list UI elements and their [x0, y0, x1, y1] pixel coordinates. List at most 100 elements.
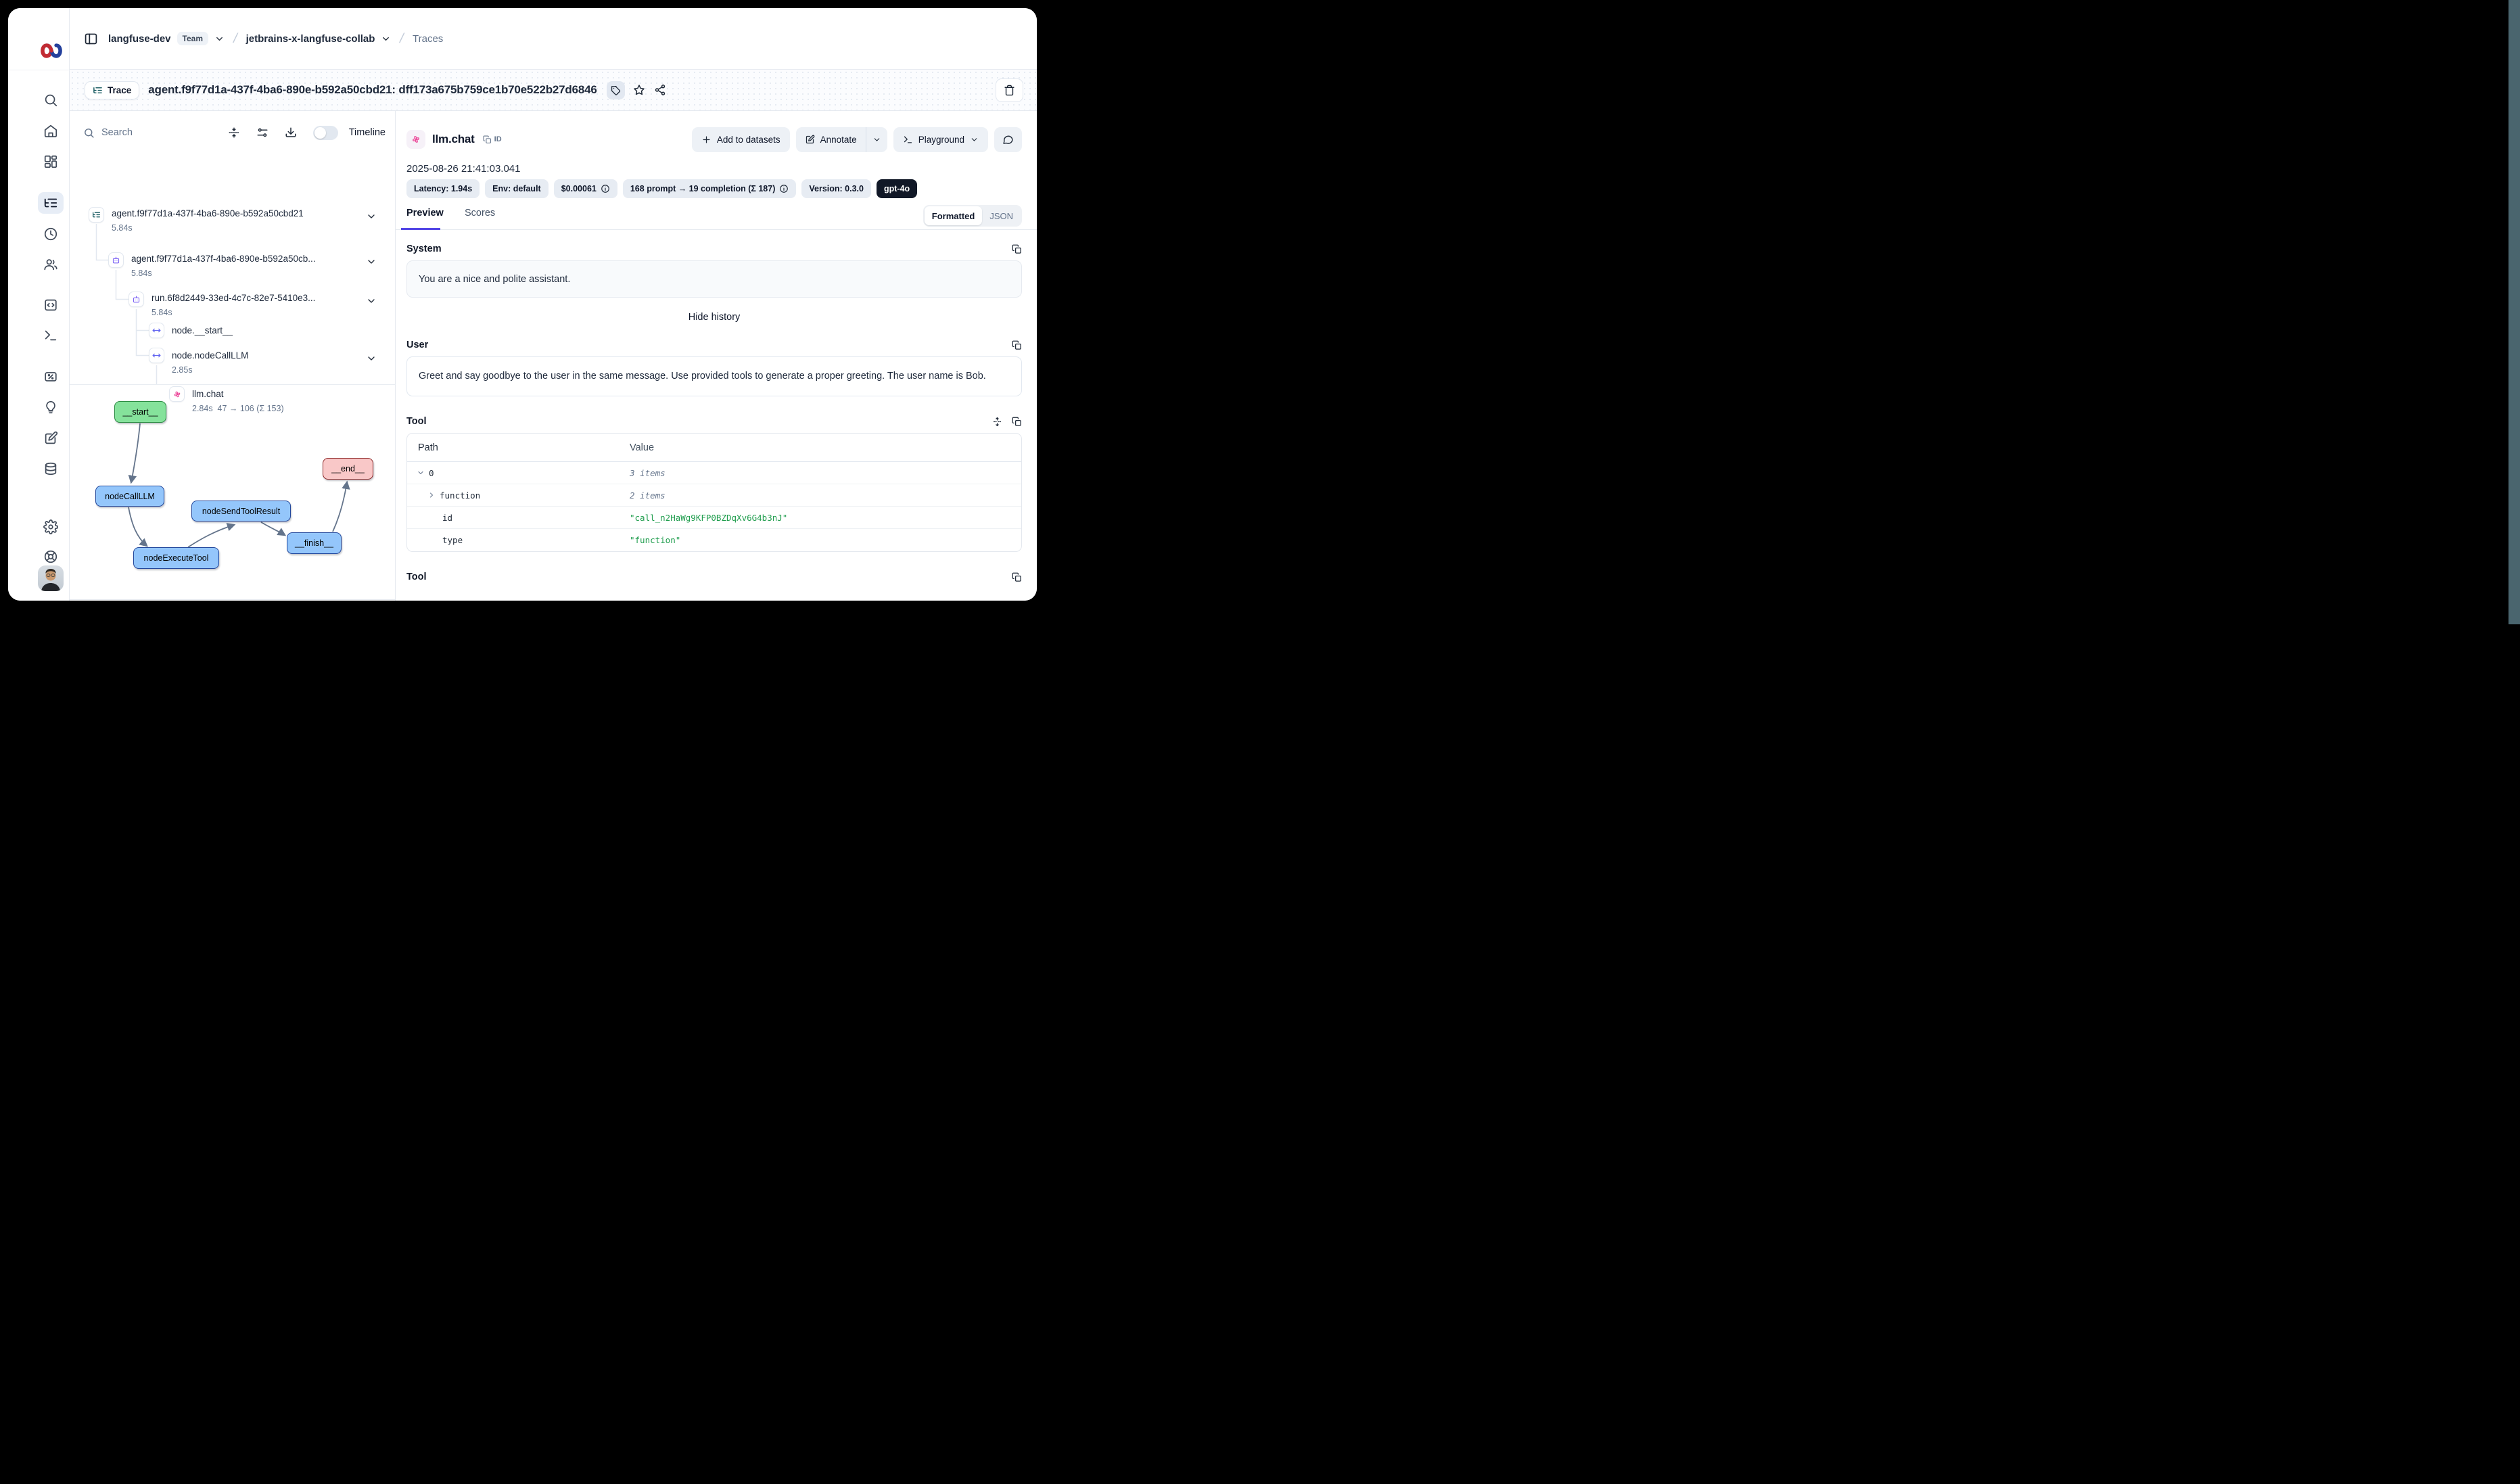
search-input[interactable] [101, 127, 169, 138]
copy-button[interactable] [1012, 340, 1022, 350]
tree-item-label[interactable]: run.6f8d2449-33ed-4c7c-82e7-5410e3... [151, 293, 315, 303]
tree-item-label[interactable]: node.__start__ [172, 325, 233, 335]
playground-icon[interactable] [43, 328, 58, 343]
graph-node-sendtoolresult[interactable]: nodeSendToolResult [191, 501, 291, 521]
comments-button[interactable] [994, 127, 1022, 152]
tree-item-label[interactable]: node.nodeCallLLM [172, 350, 248, 361]
insights-icon[interactable] [43, 400, 58, 415]
breadcrumb: langfuse-dev Team / jetbrains-x-langfuse… [108, 31, 443, 47]
langfuse-logo[interactable] [39, 41, 64, 61]
display-settings-icon[interactable] [256, 126, 269, 139]
chevron-down-icon[interactable] [366, 353, 377, 364]
annotate-split-button: Annotate [796, 127, 887, 152]
model-badge[interactable]: gpt-4o [877, 179, 917, 198]
sessions-icon[interactable] [43, 227, 58, 241]
expand-button[interactable] [992, 417, 1002, 427]
prompts-icon[interactable] [43, 298, 58, 312]
breadcrumb-page[interactable]: Traces [413, 33, 443, 45]
collapse-all-icon[interactable] [228, 126, 240, 139]
table-row[interactable]: type "function" [407, 529, 1021, 551]
playground-button[interactable]: Playground [893, 127, 988, 152]
path-column-header: Path [407, 442, 630, 453]
divider [70, 599, 395, 600]
graph-node-end[interactable]: __end__ [323, 458, 373, 480]
app-window: langfuse-dev Team / jetbrains-x-langfuse… [8, 8, 1037, 601]
breadcrumb-environment[interactable]: jetbrains-x-langfuse-collab [246, 33, 375, 45]
observation-actions: Add to datasets Annotate [692, 127, 1022, 152]
copy-button[interactable] [1012, 244, 1022, 254]
tab-preview[interactable]: Preview [406, 208, 444, 218]
top-bar: langfuse-dev Team / jetbrains-x-langfuse… [70, 8, 1037, 70]
tree-search[interactable] [83, 127, 212, 139]
graph-node-executetool[interactable]: nodeExecuteTool [133, 547, 219, 569]
graph-node-callllm[interactable]: nodeCallLLM [95, 486, 164, 507]
copy-icon [1012, 340, 1022, 350]
evaluations-icon[interactable] [43, 369, 58, 384]
favorite-star-icon[interactable] [630, 81, 649, 99]
copy-button[interactable] [1012, 417, 1022, 427]
delete-trace-button[interactable] [996, 78, 1023, 102]
table-row[interactable]: function 2 items [407, 484, 1021, 507]
hide-history-button[interactable]: Hide history [689, 312, 741, 323]
copy-icon [483, 135, 492, 144]
tree-item-label[interactable]: agent.f9f77d1a-437f-4ba6-890e-b592a50cb.… [131, 254, 315, 264]
add-to-datasets-button[interactable]: Add to datasets [692, 127, 790, 152]
team-badge: Team [177, 32, 208, 45]
format-json-option[interactable]: JSON [982, 206, 1021, 225]
tool-label: Tool [406, 416, 427, 427]
search-icon[interactable] [43, 93, 58, 108]
dashboards-icon[interactable] [43, 154, 58, 169]
tool-json-table: Path Value 0 3 items function [406, 433, 1022, 552]
chevron-down-icon[interactable] [214, 34, 225, 44]
support-icon[interactable] [43, 549, 58, 564]
tree-item-duration: 2.85s [172, 365, 193, 375]
annotate-button[interactable]: Annotate [796, 127, 866, 152]
user-avatar[interactable] [38, 565, 64, 591]
datasets-icon[interactable] [43, 461, 58, 476]
chevron-right-icon[interactable] [427, 491, 436, 499]
share-icon[interactable] [651, 81, 670, 99]
annotation-icon[interactable] [43, 431, 58, 446]
agent-node-icon [108, 252, 124, 268]
tag-button[interactable] [607, 81, 625, 99]
tree-controls: Timeline [70, 120, 395, 145]
latency-badge: Latency: 1.94s [406, 179, 480, 198]
user-message: Greet and say goodbye to the user in the… [406, 356, 1022, 396]
panel-toggle-icon[interactable] [82, 30, 100, 48]
chevron-down-icon[interactable] [417, 469, 425, 477]
breadcrumb-project[interactable]: langfuse-dev [108, 33, 171, 45]
tokens-badge[interactable]: 168 prompt → 19 completion (Σ 187) [623, 179, 797, 198]
cost-badge[interactable]: $0.00061 [554, 179, 617, 198]
table-row[interactable]: id "call_n2HaWg9KFP0BZDqXv6G4b3nJ" [407, 507, 1021, 529]
trace-type-badge: Trace [85, 81, 139, 99]
format-formatted-option[interactable]: Formatted [925, 206, 983, 225]
chevron-down-icon[interactable] [366, 256, 377, 267]
agent-node-icon [129, 292, 144, 307]
copy-id-button[interactable]: ID [483, 135, 502, 144]
home-icon[interactable] [43, 123, 58, 138]
chevron-down-icon[interactable] [381, 34, 391, 44]
download-icon[interactable] [285, 126, 297, 139]
span-node-icon [149, 348, 164, 363]
graph-node-start[interactable]: __start__ [114, 401, 166, 423]
chevron-down-icon [872, 135, 881, 144]
tree-item-label[interactable]: agent.f9f77d1a-437f-4ba6-890e-b592a50cbd… [112, 208, 304, 218]
users-icon[interactable] [43, 257, 58, 272]
annotate-dropdown-button[interactable] [866, 127, 887, 152]
tracing-icon[interactable] [43, 195, 58, 210]
settings-icon[interactable] [43, 519, 58, 534]
tab-scores[interactable]: Scores [465, 208, 495, 218]
copy-button[interactable] [1012, 572, 1022, 582]
graph-node-finish[interactable]: __finish__ [287, 532, 342, 554]
trace-tree: agent.f9f77d1a-437f-4ba6-890e-b592a50cbd… [70, 149, 395, 384]
timeline-toggle[interactable] [313, 126, 338, 140]
chevron-down-icon[interactable] [366, 296, 377, 306]
list-tree-icon [93, 85, 103, 95]
tool-section-header: Tool [406, 416, 1022, 427]
table-row[interactable]: 0 3 items [407, 462, 1021, 484]
hide-history: Hide history [406, 312, 1022, 323]
trace-tree-panel: Timeline agent.f9f77d1a-437f-4ba6-890e-b… [70, 111, 396, 601]
agent-graph: __start__ nodeCallLLM nodeSendToolResult… [70, 385, 395, 599]
system-section-header: System [406, 244, 1022, 254]
chevron-down-icon[interactable] [366, 211, 377, 222]
